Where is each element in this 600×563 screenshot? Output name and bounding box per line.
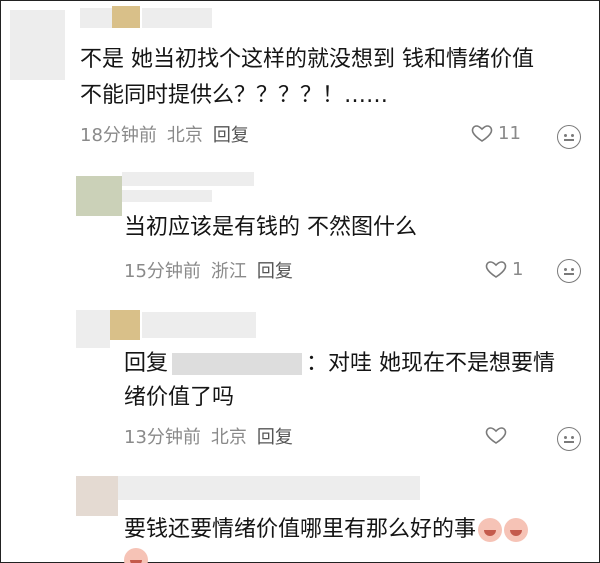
comment-body: 要钱还要情绪价值哪里有那么好的事 [124, 517, 477, 542]
like-button[interactable] [484, 423, 512, 447]
comment-meta: 18分钟前 北京 回复 [80, 124, 249, 148]
comment-text: 要钱还要情绪价值哪里有那么好的事 [124, 514, 529, 546]
location: 北京 [166, 125, 203, 146]
like-button[interactable]: 11 [470, 121, 521, 145]
comment-text-line1: 回复 ：对哇 她现在不是想要情 [124, 348, 555, 380]
location: 北京 [210, 427, 247, 448]
reply-prefix: 回复 [124, 351, 169, 376]
like-button[interactable]: 1 [484, 257, 523, 281]
crying-emoji-icon [124, 548, 148, 563]
mention-blur[interactable] [172, 353, 303, 375]
username-blur[interactable] [142, 312, 256, 338]
badge-blur [112, 6, 140, 28]
emoji-icon[interactable] [557, 259, 581, 283]
emoji-overflow [124, 548, 148, 563]
heart-icon [485, 427, 507, 444]
avatar[interactable] [76, 176, 122, 216]
username-blur-2 [122, 190, 212, 202]
timestamp: 13分钟前 [124, 427, 201, 448]
heart-icon [471, 125, 493, 142]
comment-text-line2: 绪价值了吗 [124, 385, 235, 410]
username-blur-2 [142, 8, 212, 28]
timestamp: 18分钟前 [80, 125, 157, 146]
username-blur[interactable] [122, 172, 254, 186]
avatar[interactable] [10, 10, 65, 80]
location: 浙江 [210, 261, 247, 282]
avatar[interactable] [76, 476, 118, 516]
comment-meta: 15分钟前 浙江 回复 [124, 260, 293, 284]
crying-emoji-icon [478, 518, 503, 542]
reply-button[interactable]: 回复 [257, 260, 293, 284]
like-count: 11 [498, 122, 521, 144]
comment-text-line1: 不是 她当初找个这样的就没想到 钱和情绪价值 [80, 47, 534, 72]
reply-button[interactable]: 回复 [213, 124, 249, 148]
avatar[interactable] [76, 310, 110, 348]
reply-text: ：对哇 她现在不是想要情 [306, 351, 556, 376]
username-blur[interactable] [80, 8, 112, 28]
timestamp: 15分钟前 [124, 261, 201, 282]
comment-text: 当初应该是有钱的 不然图什么 [124, 215, 417, 240]
emoji-icon[interactable] [557, 427, 581, 451]
reply-button[interactable]: 回复 [257, 426, 293, 450]
emoji-icon[interactable] [557, 125, 581, 149]
crying-emoji-icon [504, 518, 529, 542]
comment-text-line2: 不能同时提供么？？？？！…… [80, 83, 389, 108]
like-count: 1 [512, 258, 524, 280]
heart-icon [485, 261, 507, 278]
comment-meta: 13分钟前 北京 回复 [124, 426, 293, 450]
username-blur[interactable] [118, 476, 420, 500]
badge-blur [110, 310, 140, 340]
